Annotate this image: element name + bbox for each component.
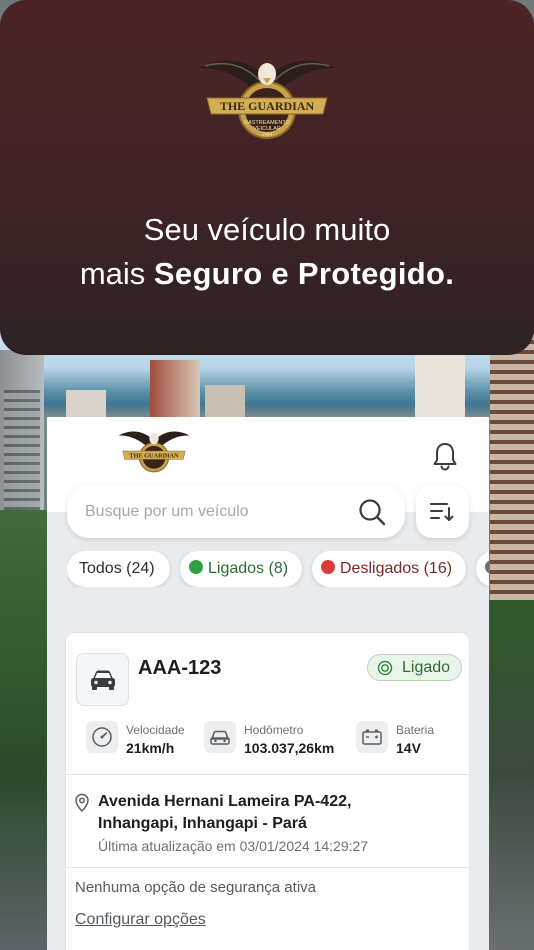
svg-text:24H: 24H	[262, 132, 272, 138]
vehicle-address: Avenida Hernani Lameira PA-422, Inhangap…	[98, 793, 352, 832]
svg-text:THE GUARDIAN: THE GUARDIAN	[129, 452, 179, 459]
search-input[interactable]	[85, 499, 345, 525]
filter-chip-partial[interactable]	[476, 551, 489, 587]
the-guardian-eagle-logo: THE GUARDIAN	[118, 431, 190, 473]
chip-label: Todos (24)	[79, 560, 155, 577]
filter-chips: Todos (24) Ligados (8) Desligados (16)	[67, 551, 489, 587]
car-icon	[91, 670, 115, 690]
sort-icon	[430, 503, 454, 521]
speedometer-icon	[86, 721, 118, 753]
location-pin-icon	[75, 793, 89, 813]
red-dot-icon	[321, 560, 335, 574]
gray-dot-icon	[485, 560, 489, 574]
vehicle-plate: AAA-123	[138, 657, 222, 679]
metric-value: 14V	[396, 740, 421, 756]
battery-icon	[356, 721, 388, 753]
tagline-bold: Seguro e Protegido.	[153, 256, 455, 291]
divider	[66, 867, 469, 868]
ignition-ring-icon	[377, 660, 393, 676]
search-bar	[67, 485, 405, 538]
last-update: Última atualização em 03/01/2024 14:29:2…	[98, 838, 369, 854]
tagline-line-2: mais Seguro e Protegido.	[0, 252, 534, 296]
configure-options-link[interactable]: Configurar opções	[75, 911, 206, 929]
the-guardian-eagle-logo: THE GUARDIAN RASTREAMENTO VEICULAR 24H	[199, 60, 335, 139]
metric-value: 21km/h	[126, 740, 175, 756]
vehicle-card[interactable]: AAA-123 Ligado Velocidade 21km/h Hodômet…	[65, 632, 470, 950]
metric-label: Bateria	[396, 723, 435, 737]
tagline-line-1: Seu veículo muito	[143, 212, 391, 247]
filter-chip-ligados[interactable]: Ligados (8)	[180, 551, 302, 587]
hero-banner: THE GUARDIAN RASTREAMENTO VEICULAR 24H S…	[0, 0, 534, 355]
search-icon[interactable]	[357, 497, 387, 527]
metric-value: 103.037,26km	[244, 740, 335, 756]
sort-button[interactable]	[416, 485, 469, 538]
car-thumbnail	[76, 653, 129, 706]
security-status-text: Nenhuma opção de segurança ativa	[75, 879, 316, 896]
tagline: Seu veículo muito mais Seguro e Protegid…	[0, 208, 534, 296]
filter-chip-desligados[interactable]: Desligados (16)	[312, 551, 466, 587]
filter-chip-todos[interactable]: Todos (24)	[67, 551, 170, 587]
metric-label: Hodômetro	[244, 723, 304, 737]
status-badge: Ligado	[367, 654, 462, 681]
status-label: Ligado	[402, 659, 451, 676]
chip-label: Ligados (8)	[208, 560, 289, 577]
divider	[66, 774, 469, 775]
green-dot-icon	[189, 560, 203, 574]
bell-icon[interactable]	[431, 441, 459, 471]
svg-text:THE GUARDIAN: THE GUARDIAN	[220, 99, 315, 113]
odometer-icon	[204, 721, 236, 753]
tagline-prefix: mais	[79, 256, 154, 291]
metric-label: Velocidade	[126, 723, 185, 737]
chip-label: Desligados (16)	[340, 560, 453, 577]
